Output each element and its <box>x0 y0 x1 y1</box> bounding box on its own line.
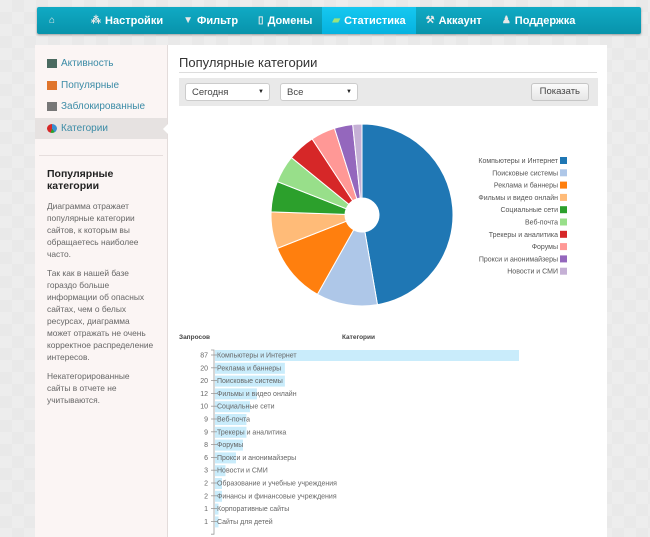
nav-item-home[interactable]: ⌂ <box>37 7 71 34</box>
y-axis-title: Запросов <box>179 334 210 341</box>
legend-label: Веб-почта <box>525 219 558 227</box>
bar-value: 12 <box>200 391 208 398</box>
monitor-icon <box>47 59 57 69</box>
legend-label: Поисковые системы <box>492 170 558 177</box>
bar-value: 6 <box>204 455 208 462</box>
bar-label: Поисковые системы <box>217 378 283 385</box>
bar-label: Сайты для детей <box>217 518 273 526</box>
sidebar-item-2[interactable]: Заблокированные <box>35 96 167 118</box>
sidebar: Активность Популярные Заблокированные Катег… <box>35 45 168 537</box>
bar-label: Фильмы и видео онлайн <box>217 390 297 398</box>
bar-label: Социальные сети <box>217 404 275 411</box>
x-axis-title: Категории <box>342 334 375 341</box>
nav-label: Статистика <box>344 14 406 27</box>
home-icon: ⌂ <box>49 15 56 26</box>
legend-swatch <box>560 230 567 238</box>
axis-line <box>211 349 215 535</box>
bar-label: Форумы <box>217 442 243 449</box>
bar-label: Прокси и анонимайзеры <box>217 454 296 462</box>
legend-label: Трекеры и аналитика <box>489 232 558 239</box>
bar-value: 2 <box>204 481 208 488</box>
sidebar-item-label: Популярные <box>61 79 120 91</box>
bar-value: 20 <box>200 365 208 372</box>
legend-swatch <box>560 218 567 226</box>
bar-value: 9 <box>204 429 208 436</box>
legend-swatch <box>560 267 567 275</box>
pie-chart-icon <box>47 123 57 133</box>
legend-swatch <box>560 169 567 177</box>
info-paragraph: Так как в нашей базе гораздо больше инфо… <box>47 268 154 362</box>
nav-label: Домены <box>267 14 313 27</box>
nav-item-4[interactable]: ▰ Статистика <box>322 7 416 34</box>
blocked-chart-icon <box>47 102 57 112</box>
bar-value: 2 <box>204 493 208 500</box>
legend-label: Форумы <box>532 244 558 251</box>
legend-swatch <box>560 243 567 251</box>
bar-value: 9 <box>204 417 208 424</box>
sidebar-item-label: Заблокированные <box>61 101 146 113</box>
legend-label: Реклама и баннеры <box>494 182 558 190</box>
pie-slice[interactable] <box>361 123 454 306</box>
filter-icon: ▼ <box>183 15 193 26</box>
legend-swatch <box>560 157 567 164</box>
main-panel: Популярные категории Сегодня Все Показат… <box>168 45 607 537</box>
top-navbar: ⌂ ⁂ Настройки ▼ Фильтр ▯ Домены ▰ Статистика ⚒ Акк… <box>37 7 641 34</box>
bar-label: Веб-почта <box>217 416 250 424</box>
bar-value: 3 <box>204 468 208 475</box>
bar-value: 20 <box>200 378 208 385</box>
nav-item-5[interactable]: ⚒ Аккаунт <box>416 7 492 34</box>
sidebar-item-label: Активность <box>61 58 114 70</box>
bar-label: Новости и СМИ <box>217 468 268 475</box>
info-paragraph: Некатегорированные сайты в отчете не учи… <box>47 371 130 405</box>
divider <box>39 155 163 156</box>
legend-label: Социальные сети <box>500 207 558 214</box>
wrench-icon: ⚒ <box>425 15 435 26</box>
nav-item-2[interactable]: ▼ Фильтр <box>173 7 248 34</box>
bar-label: Реклама и баннеры <box>217 364 281 372</box>
bar-value: 10 <box>200 404 208 411</box>
sidebar-item-0[interactable]: Активность <box>35 53 167 75</box>
legend-swatch <box>560 255 567 263</box>
legend-swatch <box>560 206 567 214</box>
nav-item-3[interactable]: ▯ Домены <box>248 7 322 34</box>
legend-swatch <box>560 193 567 201</box>
info-paragraph: Диаграмма отражает популярные категории … <box>47 201 139 259</box>
legend-label: Новости и СМИ <box>507 269 558 276</box>
bar-label: Корпоративные сайты <box>217 505 289 513</box>
bar-label: Компьютеры и Интернет <box>217 353 297 360</box>
user-icon: ♟ <box>501 15 511 26</box>
legend-label: Фильмы и видео онлайн <box>478 194 558 202</box>
settings-icon: ⁂ <box>91 15 102 26</box>
bar-value: 1 <box>204 519 208 526</box>
nav-label: Поддержка <box>514 14 576 27</box>
charts: Компьютеры и Интернет Поисковые системы Ре… <box>179 123 567 535</box>
nav-label: Фильтр <box>197 14 239 27</box>
chart-icon: ▰ <box>332 15 341 26</box>
nav-label: Настройки <box>105 14 164 27</box>
legend-label: Компьютеры и Интернет <box>478 158 558 165</box>
nav-label: Аккаунт <box>438 14 482 27</box>
document-icon: ▯ <box>258 15 264 26</box>
bar-value: 87 <box>200 353 208 360</box>
bar-value: 8 <box>204 442 208 449</box>
legend-label: Прокси и анонимайзеры <box>479 255 558 263</box>
legend-swatch <box>560 181 567 189</box>
sidebar-item-1[interactable]: Популярные <box>35 75 167 97</box>
bar-label: Образование и учебные учреждения <box>217 480 337 488</box>
bar-value: 1 <box>204 506 208 513</box>
info-title: Популярные категории <box>47 168 114 192</box>
nav-item-1[interactable]: ⁂ Настройки <box>81 7 173 34</box>
bar-label: Финансы и финансовые учреждения <box>217 493 337 500</box>
sidebar-item-3[interactable]: Категории <box>35 117 168 139</box>
bar-label: Трекеры и аналитика <box>217 429 286 436</box>
nav-item-6[interactable]: ♟ Поддержка <box>492 7 586 34</box>
sidebar-item-label: Категории <box>61 122 108 134</box>
bar-chart-icon <box>47 80 57 90</box>
